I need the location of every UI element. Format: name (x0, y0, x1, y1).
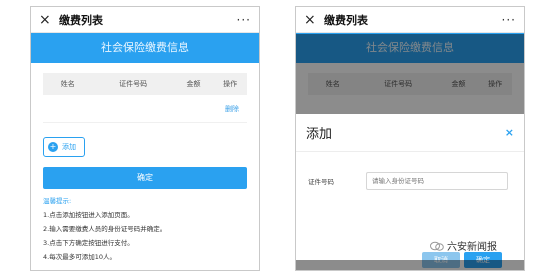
close-icon[interactable]: × (39, 12, 53, 28)
id-number-row: 证件号码 (308, 172, 512, 190)
tip-item: 2.输入需要缴费人员的身份证号码并确定。 (43, 225, 167, 233)
modal-header: 添加 × (296, 114, 524, 152)
more-icon[interactable]: ··· (237, 13, 251, 27)
id-number-label: 证件号码 (308, 178, 334, 186)
close-icon[interactable]: × (304, 12, 318, 28)
watermark-text: 六安新闻报 (447, 242, 497, 253)
add-dialog-screen: × 缴费列表 ··· 社会保险缴费信息 姓名 证件号码 金额 操作 添加 × 证… (295, 6, 525, 271)
payment-list-screen: × 缴费列表 ··· 社会保险缴费信息 姓名 证件号码 金额 操作 删除 + 添… (30, 6, 260, 271)
column-header-action: 操作 (223, 80, 238, 88)
top-bar: × 缴费列表 ··· (31, 7, 259, 33)
page-title: 缴费列表 (324, 13, 368, 27)
id-number-input[interactable] (366, 172, 508, 190)
close-icon[interactable]: × (505, 126, 514, 139)
table-header: 姓名 证件号码 金额 操作 (43, 73, 247, 95)
modal-backdrop-bottom[interactable] (296, 260, 524, 270)
top-bar: × 缴费列表 ··· (296, 7, 524, 33)
watermark: 六安新闻报 (430, 238, 497, 253)
page-title: 缴费列表 (59, 13, 103, 27)
wechat-icon (430, 241, 444, 251)
add-button-label: 添加 (62, 143, 76, 151)
tip-item: 3.点击下方确定按钮进行支付。 (43, 239, 134, 247)
column-header-id: 证件号码 (119, 80, 148, 88)
add-button[interactable]: + 添加 (43, 137, 85, 157)
modal-title: 添加 (306, 127, 333, 142)
plus-icon: + (48, 142, 58, 152)
tips-section: 温馨提示: 1.点击添加按钮进入添加页面。 2.输入需要缴费人员的身份证号码并确… (43, 194, 247, 264)
confirm-button[interactable]: 确定 (43, 167, 247, 189)
more-icon[interactable]: ··· (502, 13, 516, 27)
table-row: 删除 (43, 95, 247, 123)
tips-title: 温馨提示: (43, 197, 72, 205)
delete-link[interactable]: 删除 (225, 104, 239, 114)
tip-item: 1.点击添加按钮进入添加页面。 (43, 211, 134, 219)
modal-backdrop[interactable] (296, 34, 524, 114)
tip-item: 4.每次最多可添加10人。 (43, 253, 116, 261)
payment-table: 姓名 证件号码 金额 操作 删除 (43, 73, 247, 123)
section-banner: 社会保险缴费信息 (31, 33, 259, 63)
column-header-amount: 金额 (186, 80, 201, 88)
column-header-name: 姓名 (60, 80, 75, 88)
